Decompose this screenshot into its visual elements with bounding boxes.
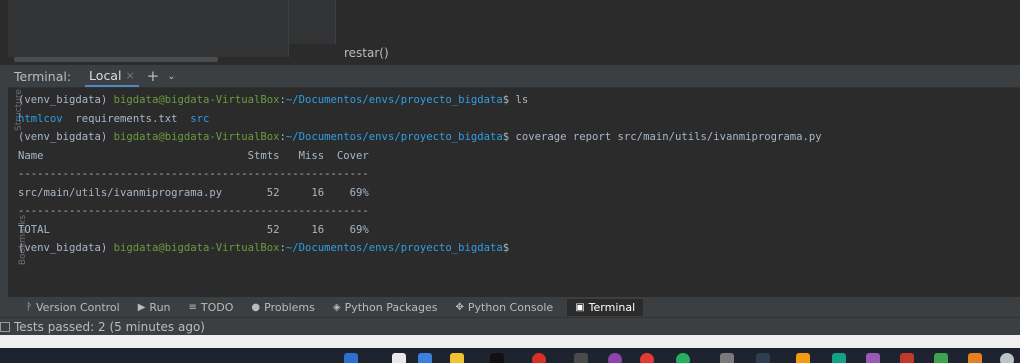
terminal-line: (venv_bigdata) bigdata@bigdata-VirtualBo… <box>18 91 1018 110</box>
python-console-icon: ✥ <box>455 301 464 313</box>
coverage-total-row: TOTAL 52 16 69% <box>18 223 369 236</box>
prompt-user: bigdata@bigdata-VirtualBox <box>113 94 280 106</box>
terminal-line: htmlcov requirements.txt src <box>18 110 1018 129</box>
command-text: $ ls <box>502 94 529 106</box>
os-taskbar <box>0 348 1020 363</box>
tab-terminal[interactable]: ▣ Terminal <box>567 298 644 316</box>
folder-icon[interactable] <box>450 353 464 363</box>
photo-icon[interactable] <box>866 353 880 363</box>
chat-icon[interactable] <box>608 353 622 363</box>
tool-window-tabs: ᚹ Version Control ▶ Run ≡ TODO ● Problems ◈ P… <box>0 297 1020 317</box>
file-entry: requirements.txt <box>62 112 191 125</box>
files-icon[interactable] <box>344 353 358 363</box>
venv-label: (venv_bigdata) <box>18 94 114 106</box>
terminal-header: Terminal: Local × + ⌄ <box>8 65 1020 88</box>
browser-icon[interactable] <box>532 353 546 363</box>
left-tool-strip: Structure Bookmarks <box>0 65 28 335</box>
terminal-output[interactable]: (venv_bigdata) bigdata@bigdata-VirtualBo… <box>18 91 1018 258</box>
dir-entry: htmlcov <box>18 112 63 125</box>
store-icon[interactable] <box>968 353 982 363</box>
run-icon: ▶ <box>137 301 146 313</box>
close-icon[interactable]: × <box>125 69 134 82</box>
add-tab-icon[interactable]: + <box>147 67 160 85</box>
tab-label: Problems <box>264 300 315 314</box>
tab-todo[interactable]: ≡ TODO <box>189 301 234 314</box>
todo-icon: ≡ <box>188 301 197 313</box>
packages-icon: ◈ <box>332 301 341 313</box>
monitor-icon[interactable] <box>756 353 770 363</box>
tab-python-packages[interactable]: ◈ Python Packages <box>333 301 438 314</box>
tab-version-control[interactable]: ᚹ Version Control <box>26 301 120 314</box>
editor-horizontal-scrollbar[interactable] <box>14 57 218 62</box>
coverage-separator: ----------------------------------------… <box>18 205 369 217</box>
tab-label: Run <box>149 300 171 314</box>
tab-label: Version Control <box>36 300 120 314</box>
terminal-icon: ▣ <box>575 301 585 313</box>
tab-label: TODO <box>200 300 234 314</box>
mail-icon[interactable] <box>418 353 432 363</box>
messaging-icon[interactable] <box>676 353 690 363</box>
command-text: $ <box>502 242 510 254</box>
terminal-tab-label: Local <box>89 67 122 83</box>
paint-icon[interactable] <box>796 353 810 363</box>
editor-gutter <box>289 0 336 44</box>
terminal-app-icon[interactable] <box>490 353 504 363</box>
status-toggle-icon[interactable] <box>0 321 10 332</box>
terminal-line: (venv_bigdata) bigdata@bigdata-VirtualBo… <box>18 239 1018 258</box>
prompt-path: ~/Documentos/envs/proyecto_bigdata <box>285 131 503 143</box>
tab-label: Python Console <box>467 300 554 314</box>
venv-label: (venv_bigdata) <box>18 242 114 254</box>
prompt-user: bigdata@bigdata-VirtualBox <box>113 242 280 254</box>
coverage-separator: ----------------------------------------… <box>18 168 369 180</box>
editor-area: restar() <box>0 0 1020 65</box>
coverage-file-row: src/main/utils/ivanmiprograma.py 52 16 6… <box>18 186 369 199</box>
dir-entry: src <box>190 112 210 125</box>
venv-label: (venv_bigdata) <box>18 131 114 143</box>
notification-app-icon[interactable] <box>640 353 654 363</box>
problems-icon: ● <box>251 301 261 313</box>
pycharm-icon[interactable] <box>934 353 948 363</box>
window-bottom-edge <box>0 335 1020 348</box>
terminal-line: (venv_bigdata) bigdata@bigdata-VirtualBo… <box>18 128 1018 147</box>
version-control-icon: ᚹ <box>26 301 32 313</box>
status-text[interactable]: Tests passed: 2 (5 minutes ago) <box>14 320 205 334</box>
tab-label: Terminal <box>588 300 636 314</box>
video-icon[interactable] <box>900 353 914 363</box>
tab-problems[interactable]: ● Problems <box>251 301 314 314</box>
tab-label: Python Packages <box>344 300 438 314</box>
command-text: $ coverage report src/main/utils/ivanmip… <box>502 131 822 143</box>
music-icon[interactable] <box>832 353 846 363</box>
prompt-path: ~/Documentos/envs/proyecto_bigdata <box>285 242 503 254</box>
settings-icon[interactable] <box>720 353 734 363</box>
coverage-header-row: Name Stmts Miss Cover <box>18 149 369 162</box>
tab-run[interactable]: ▶ Run <box>138 301 171 314</box>
status-bar: Tests passed: 2 (5 minutes ago) <box>0 317 1020 335</box>
chevron-down-icon[interactable]: ⌄ <box>167 71 175 82</box>
terminal-tab-local[interactable]: Local × <box>85 66 139 87</box>
app-icon[interactable] <box>574 353 588 363</box>
tab-python-console[interactable]: ✥ Python Console <box>456 301 554 314</box>
terminal-title: Terminal: <box>14 68 72 84</box>
editor-breadcrumb[interactable]: restar() <box>344 46 389 60</box>
prompt-path: ~/Documentos/envs/proyecto_bigdata <box>285 94 503 106</box>
text-editor-icon[interactable] <box>392 353 406 363</box>
prompt-user: bigdata@bigdata-VirtualBox <box>113 131 280 143</box>
editor-left-pane <box>8 0 288 57</box>
clock-icon[interactable] <box>1000 353 1014 363</box>
